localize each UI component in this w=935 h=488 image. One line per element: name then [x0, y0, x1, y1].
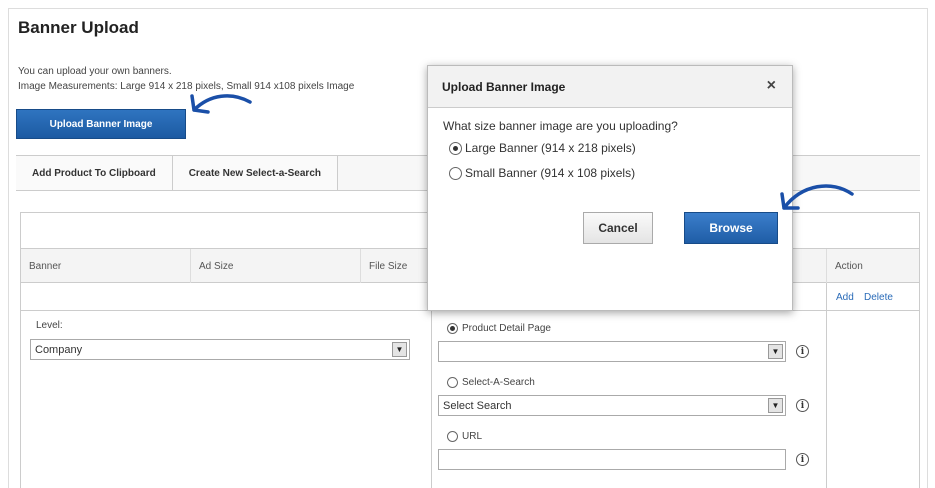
tab-add-product-to-clipboard[interactable]: Add Product To Clipboard — [16, 156, 173, 190]
dialog-question: What size banner image are you uploading… — [443, 119, 678, 133]
column-divider — [826, 283, 827, 488]
chevron-down-icon[interactable]: ▼ — [768, 344, 783, 359]
level-label: Level: — [36, 320, 63, 331]
radio-label: Product Detail Page — [462, 323, 551, 334]
add-link[interactable]: Add — [836, 292, 854, 303]
chevron-down-icon[interactable]: ▼ — [768, 398, 783, 413]
radio-unselected-icon[interactable] — [449, 166, 462, 180]
radio-label: Large Banner (914 x 218 pixels) — [465, 141, 636, 155]
info-icon[interactable]: i — [796, 453, 809, 466]
close-icon[interactable]: × — [767, 77, 776, 95]
dialog-title: Upload Banner Image — [442, 80, 566, 94]
info-icon[interactable]: i — [796, 345, 809, 358]
header-action: Action — [826, 249, 921, 283]
column-divider — [431, 283, 432, 488]
radio-unselected-icon[interactable] — [447, 431, 458, 442]
upload-banner-image-button[interactable]: Upload Banner Image — [16, 109, 186, 139]
product-detail-select[interactable]: ▼ — [438, 341, 786, 362]
intro-text: You can upload your own banners. — [18, 66, 172, 77]
header-ad-size: Ad Size — [191, 249, 361, 283]
radio-selected-icon[interactable] — [447, 323, 458, 334]
tab-create-new-select-a-search[interactable]: Create New Select-a-Search — [172, 156, 338, 190]
info-icon[interactable]: i — [796, 399, 809, 412]
page-title: Banner Upload — [18, 18, 139, 37]
radio-large-banner[interactable]: Large Banner (914 x 218 pixels) — [449, 141, 636, 155]
radio-unselected-icon[interactable] — [447, 377, 458, 388]
level-select[interactable]: Company ▼ — [30, 339, 410, 360]
delete-link[interactable]: Delete — [864, 292, 893, 303]
cancel-button[interactable]: Cancel — [583, 212, 653, 244]
arrow-annotation-icon — [780, 184, 854, 210]
radio-small-banner[interactable]: Small Banner (914 x 108 pixels) — [449, 166, 635, 180]
select-search-value: Select Search — [443, 399, 512, 412]
browse-button[interactable]: Browse — [684, 212, 778, 244]
url-input[interactable] — [438, 449, 786, 470]
radio-label: Select-A-Search — [462, 377, 535, 388]
radio-label: URL — [462, 431, 483, 442]
upload-banner-dialog: Upload Banner Image × What size banner i… — [427, 65, 793, 311]
radio-url[interactable]: URL — [447, 431, 482, 442]
radio-product-detail-page[interactable]: Product Detail Page — [447, 323, 551, 334]
radio-select-a-search[interactable]: Select-A-Search — [447, 377, 535, 388]
radio-selected-icon[interactable] — [449, 141, 462, 155]
header-banner: Banner — [21, 249, 191, 283]
arrow-annotation-icon — [190, 94, 252, 114]
level-select-value: Company — [35, 343, 83, 356]
select-search-dropdown[interactable]: Select Search ▼ — [438, 395, 786, 416]
radio-label: Small Banner (914 x 108 pixels) — [465, 166, 636, 180]
chevron-down-icon[interactable]: ▼ — [392, 342, 407, 357]
header-file-size: File Size — [369, 260, 408, 272]
